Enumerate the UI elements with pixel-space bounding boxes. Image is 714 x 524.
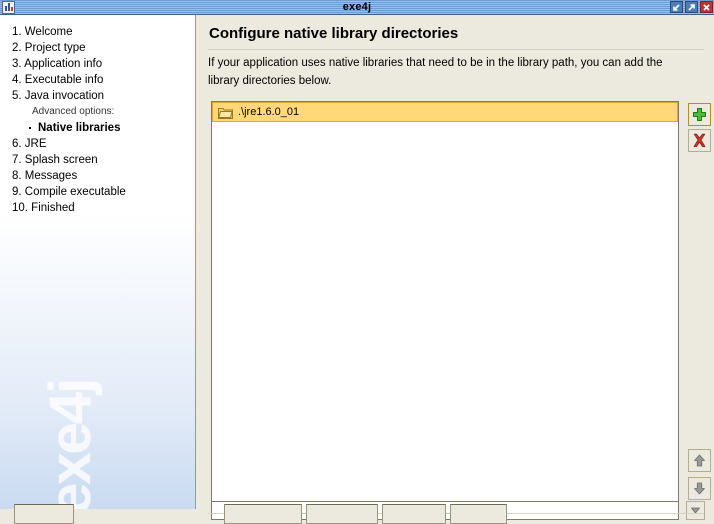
red-x-icon	[692, 133, 707, 148]
sidebar-item-welcome[interactable]: 1. Welcome	[12, 24, 195, 40]
list-item[interactable]: .\jre1.6.0_01	[212, 102, 678, 122]
move-down-button[interactable]	[688, 477, 711, 500]
arrow-up-icon	[693, 454, 706, 467]
footer-button-4[interactable]	[382, 504, 446, 524]
sidebar-item-compile-executable[interactable]: 9. Compile executable	[12, 184, 195, 200]
minimize-arrow-icon[interactable]	[670, 1, 683, 13]
delete-directory-button[interactable]	[688, 129, 711, 152]
footer-button-5[interactable]	[450, 504, 507, 524]
sidebar-item-native-libraries[interactable]: Native libraries	[12, 120, 195, 136]
sidebar-item-label: Native libraries	[38, 122, 120, 134]
wizard-sidebar: 1. Welcome 2. Project type 3. Applicatio…	[0, 15, 196, 509]
exe4j-watermark: exe4j	[37, 380, 104, 509]
sidebar-item-messages[interactable]: 8. Messages	[12, 168, 195, 184]
page-title: Configure native library directories	[209, 25, 458, 42]
sidebar-item-jre[interactable]: 6. JRE	[12, 136, 195, 152]
sidebar-item-application-info[interactable]: 3. Application info	[12, 56, 195, 72]
window-controls	[670, 1, 713, 13]
move-up-button[interactable]	[688, 449, 711, 472]
wizard-step-list: 1. Welcome 2. Project type 3. Applicatio…	[0, 15, 195, 216]
list-item-label: .\jre1.6.0_01	[238, 106, 299, 118]
add-directory-button[interactable]	[688, 103, 711, 126]
bullet-icon	[29, 127, 31, 129]
folder-icon	[218, 106, 233, 119]
sidebar-item-java-invocation[interactable]: 5. Java invocation	[12, 88, 195, 104]
sidebar-advanced-options-label: Advanced options:	[12, 104, 195, 120]
native-library-list[interactable]: .\jre1.6.0_01	[211, 101, 679, 505]
maximize-arrow-icon[interactable]	[685, 1, 698, 13]
arrow-down-icon	[693, 482, 706, 495]
window-title: exe4j	[0, 0, 714, 15]
sidebar-item-finished[interactable]: 10. Finished	[12, 200, 195, 216]
exe4j-wizard-window: exe4j 1. Welcome 2. Project type 3. Appl…	[0, 0, 714, 509]
content-panel: Configure native library directories If …	[197, 15, 714, 509]
title-divider	[208, 49, 704, 50]
sidebar-item-splash-screen[interactable]: 7. Splash screen	[12, 152, 195, 168]
footer-button-1[interactable]	[14, 504, 74, 524]
title-bar: exe4j	[0, 0, 714, 15]
green-plus-icon	[692, 107, 707, 122]
sidebar-item-executable-info[interactable]: 4. Executable info	[12, 72, 195, 88]
sidebar-item-project-type[interactable]: 2. Project type	[12, 40, 195, 56]
page-description: If your application uses native librarie…	[208, 54, 686, 90]
footer-button-2[interactable]	[224, 504, 302, 524]
chevron-down-icon[interactable]	[686, 501, 705, 520]
close-x-icon[interactable]	[700, 1, 713, 13]
footer-button-3[interactable]	[306, 504, 378, 524]
